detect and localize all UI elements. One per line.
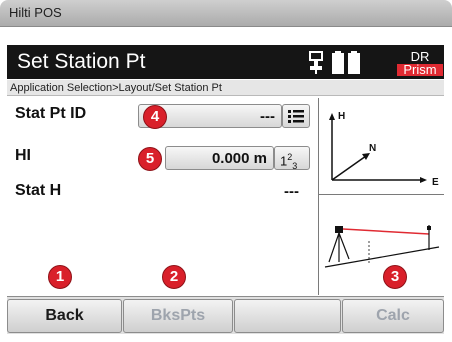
page-title: Set Station Pt <box>17 50 146 73</box>
list-icon <box>288 110 304 123</box>
callout-badge-1: 1 <box>48 265 72 289</box>
callout-badge-5: 5 <box>138 147 162 171</box>
empty-softkey[interactable] <box>234 299 341 333</box>
app-title: Hilti POS <box>9 5 62 20</box>
header-status-icons: DR Prism <box>307 48 444 77</box>
back-button[interactable]: Back <box>7 299 122 333</box>
stat-pt-id-value: --- <box>260 108 275 125</box>
instrument-icon <box>309 51 323 74</box>
app-title-bar: Hilti POS <box>0 0 452 27</box>
point-list-button[interactable] <box>282 104 310 128</box>
coordinate-axes-diagram: H N E <box>329 111 439 188</box>
battery-icon <box>332 51 360 74</box>
callout-badge-4: 4 <box>143 105 167 129</box>
hi-label: HI <box>15 147 31 164</box>
callout-badge-2: 2 <box>162 265 186 289</box>
axis-n-label: N <box>369 143 376 154</box>
axis-e-label: E <box>432 177 439 188</box>
callout-badge-3: 3 <box>383 265 407 289</box>
keypad-icon: 123 <box>280 152 297 171</box>
axis-h-label: H <box>338 111 345 122</box>
station-setup-sketch <box>324 225 440 268</box>
softkey-bar: Back BksPts Calc <box>7 296 444 334</box>
station-sketch-panel <box>318 195 444 295</box>
axes-diagram-panel: H N E <box>318 98 444 195</box>
hi-value: 0.000 m <box>211 150 267 167</box>
screen-header: Set Station Pt DR Prism <box>7 45 444 79</box>
mode-line-2: Prism <box>403 62 436 76</box>
calc-button[interactable]: Calc <box>342 299 444 333</box>
bookmark-points-button[interactable]: BksPts <box>123 299 233 333</box>
numeric-keypad-button[interactable]: 123 <box>274 146 310 171</box>
stat-h-value: --- <box>284 183 299 200</box>
hi-input[interactable]: 0.000 m <box>165 146 274 170</box>
breadcrumb: Application Selection>Layout/Set Station… <box>7 80 444 96</box>
keypad-icon-sub: 3 <box>292 160 298 171</box>
stat-pt-id-label: Stat Pt ID <box>15 105 87 122</box>
stat-h-label: Stat H <box>15 182 62 199</box>
device-screen: Hilti POS Set Station Pt DR Prism Applic… <box>0 0 452 342</box>
